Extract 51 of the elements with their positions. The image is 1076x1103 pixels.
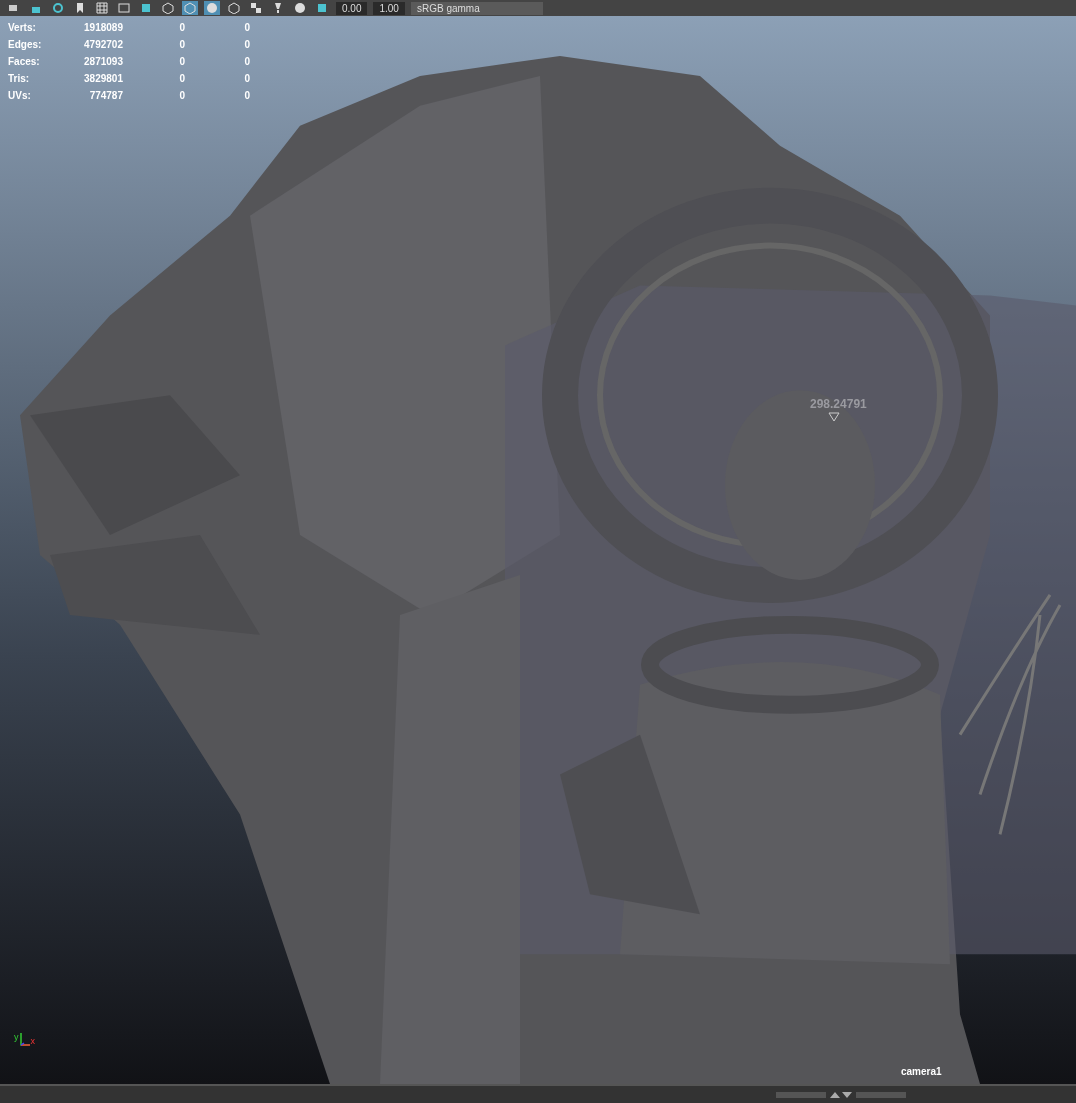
stat-value: 0 bbox=[243, 22, 250, 33]
lamp-icon bbox=[272, 2, 284, 14]
locator-icon bbox=[828, 412, 840, 422]
stat-value: 0 bbox=[178, 22, 185, 33]
distance-readout: 298.24791 bbox=[810, 397, 867, 411]
stat-label: Tris: bbox=[8, 73, 31, 84]
toolbar-button[interactable] bbox=[248, 1, 264, 15]
stat-label: Edges: bbox=[8, 39, 43, 50]
stat-value: 0 bbox=[243, 56, 250, 67]
frame-icon bbox=[118, 2, 130, 14]
stat-value: 0 bbox=[178, 56, 185, 67]
hexagon-icon bbox=[228, 2, 240, 14]
hexagon-icon bbox=[162, 2, 174, 14]
toolbar-button[interactable] bbox=[94, 1, 110, 15]
toolbar-button[interactable] bbox=[160, 1, 176, 15]
stat-value: 0 bbox=[243, 73, 250, 84]
sphere-icon bbox=[294, 2, 306, 14]
collapse-handle-icon[interactable] bbox=[776, 1090, 906, 1099]
toolbar-button[interactable] bbox=[116, 1, 132, 15]
stat-label: Verts: bbox=[8, 22, 37, 33]
hexagon-icon bbox=[184, 2, 196, 14]
ring-icon bbox=[52, 2, 64, 14]
camera-name: camera1 bbox=[901, 1066, 942, 1077]
camera-icon bbox=[8, 2, 20, 14]
sphere-icon bbox=[206, 2, 218, 14]
checker-icon bbox=[250, 2, 262, 14]
stat-value: 4792702 bbox=[83, 39, 123, 50]
toolbar-button[interactable] bbox=[226, 1, 242, 15]
stat-value: 3829801 bbox=[83, 73, 123, 84]
stat-value: 1918089 bbox=[83, 22, 123, 33]
grid-icon bbox=[96, 2, 108, 14]
axis-label: y bbox=[14, 1032, 19, 1042]
square-icon bbox=[140, 2, 152, 14]
toolbar-button[interactable] bbox=[50, 1, 66, 15]
stat-value: 2871093 bbox=[83, 56, 123, 67]
exposure-field[interactable]: 0.00 bbox=[336, 1, 368, 15]
axis-icon bbox=[18, 1032, 31, 1046]
color-space-dropdown[interactable]: sRGB gamma bbox=[410, 1, 543, 15]
stat-label: UVs: bbox=[8, 90, 32, 101]
square-icon bbox=[316, 2, 328, 14]
stat-value: 0 bbox=[178, 39, 185, 50]
axis-label: x bbox=[30, 1036, 35, 1046]
stat-value: 774787 bbox=[88, 90, 123, 101]
bookmark-icon bbox=[74, 2, 86, 14]
stat-value: 0 bbox=[243, 39, 250, 50]
gamma-field[interactable]: 1.00 bbox=[373, 1, 405, 15]
stat-value: 0 bbox=[178, 73, 185, 84]
stat-value: 0 bbox=[243, 90, 250, 101]
stat-value: 0 bbox=[178, 90, 185, 101]
toolbar-button[interactable] bbox=[292, 1, 308, 15]
stat-label: Faces: bbox=[8, 56, 41, 67]
